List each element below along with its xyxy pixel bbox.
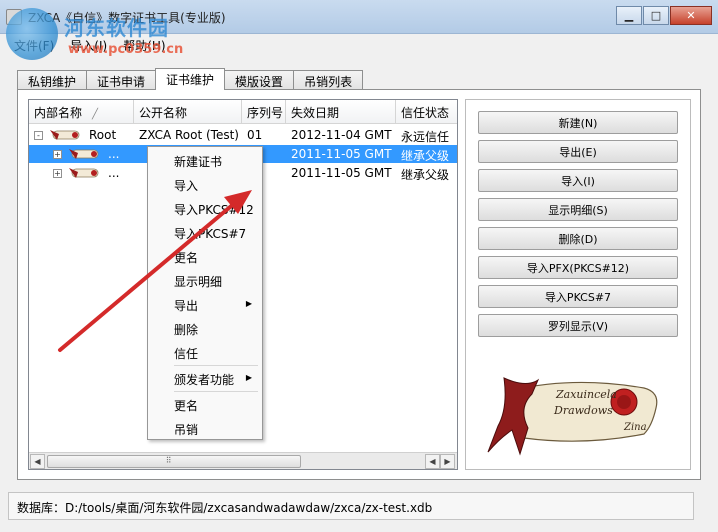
tab-revocation-list[interactable]: 吊销列表 (293, 70, 364, 90)
close-button[interactable]: ✕ (670, 6, 712, 25)
menu-help[interactable]: 帮助(H) (115, 34, 173, 54)
menu-separator (174, 365, 258, 366)
context-menu: 新建证书 导入 导入PKCS#12 导入PKCS#7 更名 显示明细 导出 ▶ 删… (147, 146, 263, 440)
window-controls: ▁ □ ✕ (616, 6, 712, 25)
row-name: Root (89, 128, 117, 142)
column-internal-name[interactable]: 内部名称 ╱ (29, 100, 134, 124)
row-public-name: ZXCA Root (Test) (139, 128, 239, 142)
tab-strip: 私钥维护 证书申请 证书维护 模版设置 吊销列表 (17, 68, 364, 90)
row-trust: 继承父级 (401, 149, 450, 163)
maximize-button[interactable]: □ (643, 6, 669, 25)
menu-export[interactable]: 导出 ▶ (150, 294, 260, 314)
row-name-cell: +... (29, 145, 134, 163)
action-panel: 新建(N) 导出(E) 导入(I) 显示明细(S) 删除(D) 导入PFX(PK… (465, 99, 691, 470)
tab-cert-maintenance[interactable]: 证书维护 (155, 68, 226, 90)
row-name: ... (108, 147, 120, 161)
certificate-scroll-logo: Zaxuincela Drawdows Zina (487, 377, 658, 456)
row-expiry: 2011-11-05 GMT (291, 147, 392, 161)
menu-bar: 文件(F) 导入(I) 帮助(H) (0, 34, 718, 54)
menu-file[interactable]: 文件(F) (0, 34, 62, 54)
column-trust[interactable]: 信任状态 (396, 100, 457, 124)
submenu-arrow-icon: ▶ (245, 373, 252, 382)
import-pfx-button[interactable]: 导入PFX(PKCS#12) (478, 256, 678, 279)
menu-import-pkcs12[interactable]: 导入PKCS#12 (150, 198, 260, 218)
menu-revoke[interactable]: 吊销 (150, 418, 260, 438)
certificate-icon (50, 130, 80, 140)
tab-cert-request[interactable]: 证书申请 (86, 70, 157, 90)
list-view-button[interactable]: 罗列显示(V) (478, 314, 678, 337)
menu-separator (174, 391, 258, 392)
certificate-icon (69, 149, 99, 159)
menu-rename-2[interactable]: 更名 (150, 394, 260, 414)
expand-icon[interactable]: + (53, 169, 62, 178)
column-public-name[interactable]: 公开名称 (134, 100, 242, 124)
column-serial[interactable]: 序列号 (242, 100, 286, 124)
scroll-left-button-2[interactable]: ◀ (425, 454, 440, 469)
row-name-cell: +... (29, 164, 134, 182)
sort-icon: ╱ (92, 109, 99, 120)
expand-icon[interactable]: + (53, 150, 62, 159)
title-bar: ZXCA《自信》数字证书工具(专业版) ▁ □ ✕ (0, 0, 718, 34)
certificate-icon (69, 168, 99, 178)
logo-text-line-1: Zaxuincela (555, 388, 617, 401)
window-title: ZXCA《自信》数字证书工具(专业版) (28, 11, 226, 25)
new-button[interactable]: 新建(N) (478, 111, 678, 134)
tab-private-keys[interactable]: 私钥维护 (17, 70, 88, 90)
row-expiry: 2012-11-04 GMT (291, 128, 392, 142)
row-name-cell: - Root (29, 126, 134, 144)
menu-trust[interactable]: 信任 (150, 342, 260, 362)
menu-issuer-functions[interactable]: 颁发者功能 ▶ (150, 368, 260, 388)
submenu-arrow-icon: ▶ (245, 299, 252, 308)
scroll-right-button[interactable]: ▶ (440, 454, 455, 469)
scroll-left-button[interactable]: ◀ (30, 454, 45, 469)
menu-rename[interactable]: 更名 (150, 246, 260, 266)
menu-import[interactable]: 导入 (150, 174, 260, 194)
scroll-grip-icon: ⠿ (165, 456, 172, 465)
app-icon[interactable] (6, 9, 22, 25)
row-trust: 永远信任 (401, 130, 450, 144)
delete-button[interactable]: 删除(D) (478, 227, 678, 250)
menu-import-pkcs7[interactable]: 导入PKCS#7 (150, 222, 260, 242)
column-expiry[interactable]: 失效日期 (286, 100, 396, 124)
minimize-button[interactable]: ▁ (616, 6, 642, 25)
export-button[interactable]: 导出(E) (478, 140, 678, 163)
menu-delete[interactable]: 删除 (150, 318, 260, 338)
show-details-button[interactable]: 显示明细(S) (478, 198, 678, 221)
import-button[interactable]: 导入(I) (478, 169, 678, 192)
import-pkcs7-button[interactable]: 导入PKCS#7 (478, 285, 678, 308)
row-name: ... (108, 166, 120, 180)
database-path: 数据库：D:/tools/桌面/河东软件园/zxcasandwadawdaw/z… (17, 501, 433, 515)
tab-templates[interactable]: 模版设置 (224, 70, 295, 90)
menu-show-details[interactable]: 显示明细 (150, 270, 260, 290)
logo-text-line-2: Drawdows (553, 404, 613, 417)
row-trust: 继承父级 (401, 168, 450, 182)
tree-row[interactable]: - Root ZXCA Root (Test) 01 2012-11-04 GMT… (29, 126, 457, 144)
menu-new-certificate[interactable]: 新建证书 (150, 150, 260, 170)
status-bar: 数据库：D:/tools/桌面/河东软件园/zxcasandwadawdaw/z… (8, 492, 694, 520)
menu-import[interactable]: 导入(I) (62, 34, 115, 54)
row-expiry: 2011-11-05 GMT (291, 166, 392, 180)
collapse-icon[interactable]: - (34, 131, 43, 140)
row-serial: 01 (247, 128, 263, 142)
logo-text-line-3: Zina (623, 422, 647, 433)
horizontal-scrollbar[interactable]: ◀ ⠿ ◀ ▶ (29, 452, 457, 469)
tree-header: 内部名称 ╱ 公开名称 序列号 失效日期 信任状态 (29, 100, 457, 124)
